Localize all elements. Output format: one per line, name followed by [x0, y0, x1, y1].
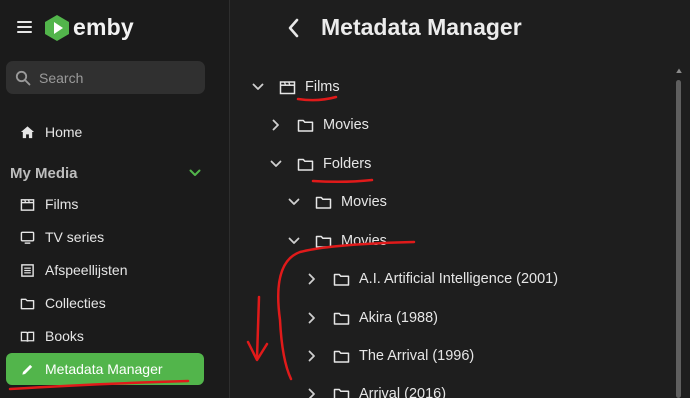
chevron-right-icon[interactable] [305, 311, 319, 325]
tree-node-label: Folders [323, 156, 372, 172]
tree-node-ai-artificial-intelligence[interactable]: A.I. Artificial Intelligence (2001) [305, 265, 558, 293]
tree-node-movies[interactable]: Movies [287, 227, 387, 255]
tree-node-movies[interactable]: Movies [269, 111, 369, 139]
sidebar: emby Home My Media Films [0, 0, 229, 398]
emby-logo[interactable]: emby [45, 14, 134, 41]
back-arrow-icon[interactable] [282, 15, 306, 41]
nav-item-books[interactable]: Books [6, 320, 204, 352]
nav-item-label: TV series [45, 229, 105, 245]
folder-icon [20, 298, 35, 309]
nav-item-afspeellijsten[interactable]: Afspeellijsten [6, 254, 204, 286]
tree-node-akira[interactable]: Akira (1988) [305, 304, 438, 332]
tree-node-arrival[interactable]: Arrival (2016) [305, 380, 446, 398]
folder-icon [315, 235, 332, 248]
folder-icon [297, 158, 314, 171]
app-name: emby [73, 14, 134, 40]
tree-node-label: Movies [341, 233, 387, 249]
chevron-down-icon[interactable] [251, 80, 265, 94]
folder-icon [333, 350, 350, 363]
tree-node-films[interactable]: Films [251, 73, 340, 101]
nav-item-label: Books [45, 328, 84, 344]
scroll-up-arrow-icon[interactable] [676, 68, 682, 74]
nav-item-tv-series[interactable]: TV series [6, 221, 204, 253]
section-my-media[interactable]: My Media [10, 162, 202, 184]
chevron-down-icon[interactable] [287, 234, 301, 248]
nav-item-collecties[interactable]: Collecties [6, 287, 204, 319]
hamburger-menu-icon[interactable] [17, 21, 32, 33]
tree-node-label: A.I. Artificial Intelligence (2001) [359, 271, 559, 287]
chevron-right-icon[interactable] [305, 272, 319, 286]
nav-item-label: Films [45, 196, 79, 212]
book-icon [20, 331, 35, 342]
folder-icon [315, 196, 332, 209]
scrollbar-thumb[interactable] [676, 80, 681, 398]
tree-node-the-arrival[interactable]: The Arrival (1996) [305, 342, 474, 370]
folder-icon [333, 388, 350, 398]
folder-icon [333, 273, 350, 286]
chevron-down-icon[interactable] [269, 157, 283, 171]
tree-node-label: Films [305, 79, 340, 95]
nav-home-label: Home [45, 124, 83, 140]
nav-item-metadata-manager[interactable]: Metadata Manager [6, 353, 204, 385]
tree-node-folders[interactable]: Folders [269, 150, 371, 178]
tv-icon [20, 231, 35, 244]
nav-home[interactable]: Home [6, 116, 204, 148]
chevron-right-icon[interactable] [305, 349, 319, 363]
section-title: My Media [10, 164, 78, 182]
search-input[interactable] [39, 69, 189, 86]
tree-node-label: The Arrival (1996) [359, 348, 475, 364]
folder-icon [297, 119, 314, 132]
folder-icon [333, 312, 350, 325]
film-icon [279, 80, 296, 94]
chevron-down-icon[interactable] [287, 195, 301, 209]
tree-node-movies[interactable]: Movies [287, 188, 387, 216]
emby-logo-icon [45, 14, 69, 41]
search-icon [15, 70, 31, 85]
tree-node-label: Akira (1988) [359, 310, 438, 326]
search-box[interactable] [6, 61, 205, 94]
chevron-right-icon[interactable] [269, 118, 283, 132]
nav-item-label: Metadata Manager [45, 361, 163, 377]
sidebar-divider [229, 0, 230, 398]
nav-item-label: Collecties [45, 295, 106, 311]
playlist-icon [21, 263, 34, 277]
tree-node-label: Movies [341, 194, 387, 210]
tree-node-label: Movies [323, 117, 369, 133]
tree-node-label: Arrival (2016) [359, 386, 447, 398]
film-icon [20, 198, 35, 211]
home-icon [20, 125, 35, 138]
chevron-down-icon [189, 169, 201, 176]
page-title: Metadata Manager [321, 14, 522, 40]
nav-item-label: Afspeellijsten [45, 262, 128, 278]
chevron-right-icon[interactable] [305, 387, 319, 398]
nav-item-films[interactable]: Films [6, 188, 204, 220]
pencil-icon [22, 364, 33, 375]
